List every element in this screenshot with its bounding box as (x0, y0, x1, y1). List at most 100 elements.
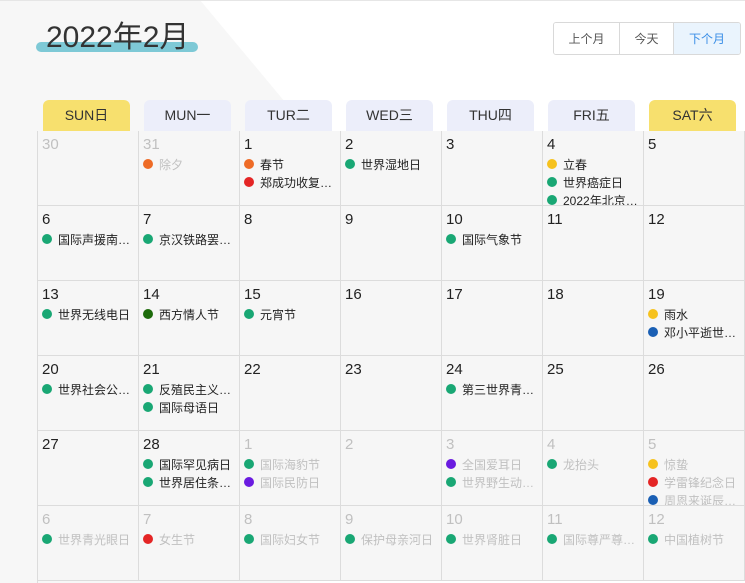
event-item[interactable]: 国际民防日 (244, 473, 336, 491)
event-item[interactable]: 世界肾脏日 (446, 530, 538, 548)
calendar-day-cell[interactable]: 8 (240, 206, 341, 281)
calendar-day-cell[interactable]: 6 国际声援南非日 (38, 206, 139, 281)
calendar-day-cell[interactable]: 5 (644, 131, 745, 206)
calendar-day-cell[interactable]: 8 国际妇女节 (240, 506, 341, 581)
event-item[interactable]: 龙抬头 (547, 455, 639, 473)
calendar-day-cell[interactable]: 12 (644, 206, 745, 281)
prev-month-button[interactable]: 上个月 (554, 23, 620, 54)
event-list: 立春世界癌症日 2022年北京冬奥会开幕 (547, 155, 639, 205)
event-label: 女生节 (159, 532, 196, 547)
calendar-day-cell[interactable]: 14 西方情人节 (139, 281, 240, 356)
today-button[interactable]: 今天 (620, 23, 674, 54)
event-item[interactable]: 第三世界青年日 (446, 380, 538, 398)
calendar-day-cell[interactable]: 7 京汉铁路罢工纪念日 (139, 206, 240, 281)
event-item[interactable]: 国际尊严尊敬日 (547, 530, 639, 548)
event-item[interactable]: 国际气象节 (446, 230, 538, 248)
event-item[interactable]: 保护母亲河日 (345, 530, 437, 548)
event-item[interactable]: 女生节 (143, 530, 235, 548)
event-item[interactable]: 世界野生动植物日 (446, 473, 538, 491)
event-list: 中国植树节 (648, 530, 740, 548)
calendar-day-cell[interactable]: 31 除夕 (139, 131, 240, 206)
event-label: 学雷锋纪念日 (664, 475, 737, 490)
calendar-day-cell[interactable]: 3 全国爱耳日世界野生动植物日 (442, 431, 543, 506)
calendar-day-cell[interactable]: 18 (543, 281, 644, 356)
event-list: 世界无线电日 (42, 305, 134, 323)
calendar-day-cell[interactable]: 10 国际气象节 (442, 206, 543, 281)
calendar-day-cell[interactable]: 24 第三世界青年日 (442, 356, 543, 431)
day-number: 7 (143, 211, 152, 228)
event-item[interactable]: 国际妇女节 (244, 530, 336, 548)
event-item[interactable]: 邓小平逝世纪念日 (648, 323, 740, 341)
calendar-day-cell[interactable]: 9 (341, 206, 442, 281)
event-item[interactable]: 春节 (244, 155, 336, 173)
event-item[interactable]: 郑成功收复台湾纪念日 (244, 173, 336, 191)
event-item[interactable]: 国际母语日 (143, 398, 235, 416)
event-dot-icon (648, 534, 658, 544)
event-item[interactable]: 世界社会公正日 (42, 380, 134, 398)
event-item[interactable]: 世界居住条件调查日 (143, 473, 235, 491)
calendar-day-cell[interactable]: 13 世界无线电日 (38, 281, 139, 356)
calendar-day-cell[interactable]: 16 (341, 281, 442, 356)
calendar-day-cell[interactable]: 1 春节郑成功收复台湾纪念日 (240, 131, 341, 206)
event-item[interactable]: 雨水 (648, 305, 740, 323)
event-item[interactable]: 惊蛰 (648, 455, 740, 473)
weekday-label: FRI五 (548, 100, 635, 131)
event-item[interactable]: 全国爱耳日 (446, 455, 538, 473)
calendar-day-cell[interactable]: 25 (543, 356, 644, 431)
calendar-day-cell[interactable]: 20 世界社会公正日 (38, 356, 139, 431)
event-list: 反殖民主义斗争日国际母语日 (143, 380, 235, 416)
event-item[interactable]: 国际海豹节 (244, 455, 336, 473)
calendar-day-cell[interactable]: 6 世界青光眼日 (38, 506, 139, 581)
calendar-day-cell[interactable]: 28 国际罕见病日世界居住条件调查日 (139, 431, 240, 506)
day-number: 24 (446, 361, 463, 378)
calendar-day-cell[interactable]: 2 (341, 431, 442, 506)
event-item[interactable]: 元宵节 (244, 305, 336, 323)
event-item[interactable]: 世界湿地日 (345, 155, 437, 173)
calendar-day-cell[interactable]: 11 国际尊严尊敬日 (543, 506, 644, 581)
next-month-button[interactable]: 下个月 (674, 23, 740, 54)
event-item[interactable]: 反殖民主义斗争日 (143, 380, 235, 398)
calendar-day-cell[interactable]: 23 (341, 356, 442, 431)
calendar-day-cell[interactable]: 12 中国植树节 (644, 506, 745, 581)
calendar-day-cell[interactable]: 10 世界肾脏日 (442, 506, 543, 581)
event-item[interactable]: 中国植树节 (648, 530, 740, 548)
calendar-day-cell[interactable]: 17 (442, 281, 543, 356)
calendar-day-cell[interactable]: 22 (240, 356, 341, 431)
event-dot-icon (547, 459, 557, 469)
event-item[interactable]: 世界无线电日 (42, 305, 134, 323)
calendar-day-cell[interactable]: 3 (442, 131, 543, 206)
event-item[interactable]: 国际声援南非日 (42, 230, 134, 248)
calendar-day-cell[interactable]: 30 (38, 131, 139, 206)
event-item[interactable]: 世界癌症日 (547, 173, 639, 191)
event-item[interactable]: 周恩来诞辰纪念日 (648, 491, 740, 505)
event-dot-icon (42, 309, 52, 319)
event-dot-icon (42, 534, 52, 544)
calendar-day-cell[interactable]: 4 立春世界癌症日 2022年北京冬奥会开幕 (543, 131, 644, 206)
event-item[interactable]: 立春 (547, 155, 639, 173)
day-number: 25 (547, 361, 564, 378)
event-item[interactable]: 学雷锋纪念日 (648, 473, 740, 491)
calendar-day-cell[interactable]: 4 龙抬头 (543, 431, 644, 506)
event-item[interactable]: 除夕 (143, 155, 235, 173)
event-item[interactable]: 世界青光眼日 (42, 530, 134, 548)
event-dot-icon (143, 384, 153, 394)
calendar-day-cell[interactable]: 21 反殖民主义斗争日国际母语日 (139, 356, 240, 431)
calendar-day-cell[interactable]: 7 女生节 (139, 506, 240, 581)
calendar-day-cell[interactable]: 15 元宵节 (240, 281, 341, 356)
event-item[interactable]: 西方情人节 (143, 305, 235, 323)
calendar-day-cell[interactable]: 27 (38, 431, 139, 506)
event-item[interactable]: 京汉铁路罢工纪念日 (143, 230, 235, 248)
calendar-day-cell[interactable]: 26 (644, 356, 745, 431)
calendar-day-cell[interactable]: 19 雨水邓小平逝世纪念日 (644, 281, 745, 356)
event-list: 国际罕见病日世界居住条件调查日 (143, 455, 235, 491)
weekday-label: MUN一 (144, 100, 231, 131)
calendar-day-cell[interactable]: 2 世界湿地日 (341, 131, 442, 206)
event-item[interactable]: 国际罕见病日 (143, 455, 235, 473)
event-dot-icon (244, 177, 254, 187)
calendar-day-cell[interactable]: 1 国际海豹节 国际民防日 (240, 431, 341, 506)
calendar-day-cell[interactable]: 9 保护母亲河日 (341, 506, 442, 581)
event-item[interactable]: 2022年北京冬奥会开幕 (547, 191, 639, 205)
calendar-day-cell[interactable]: 5 惊蛰学雷锋纪念日周恩来诞辰纪念日 (644, 431, 745, 506)
event-label: 国际海豹节 (260, 457, 321, 472)
calendar-day-cell[interactable]: 11 (543, 206, 644, 281)
